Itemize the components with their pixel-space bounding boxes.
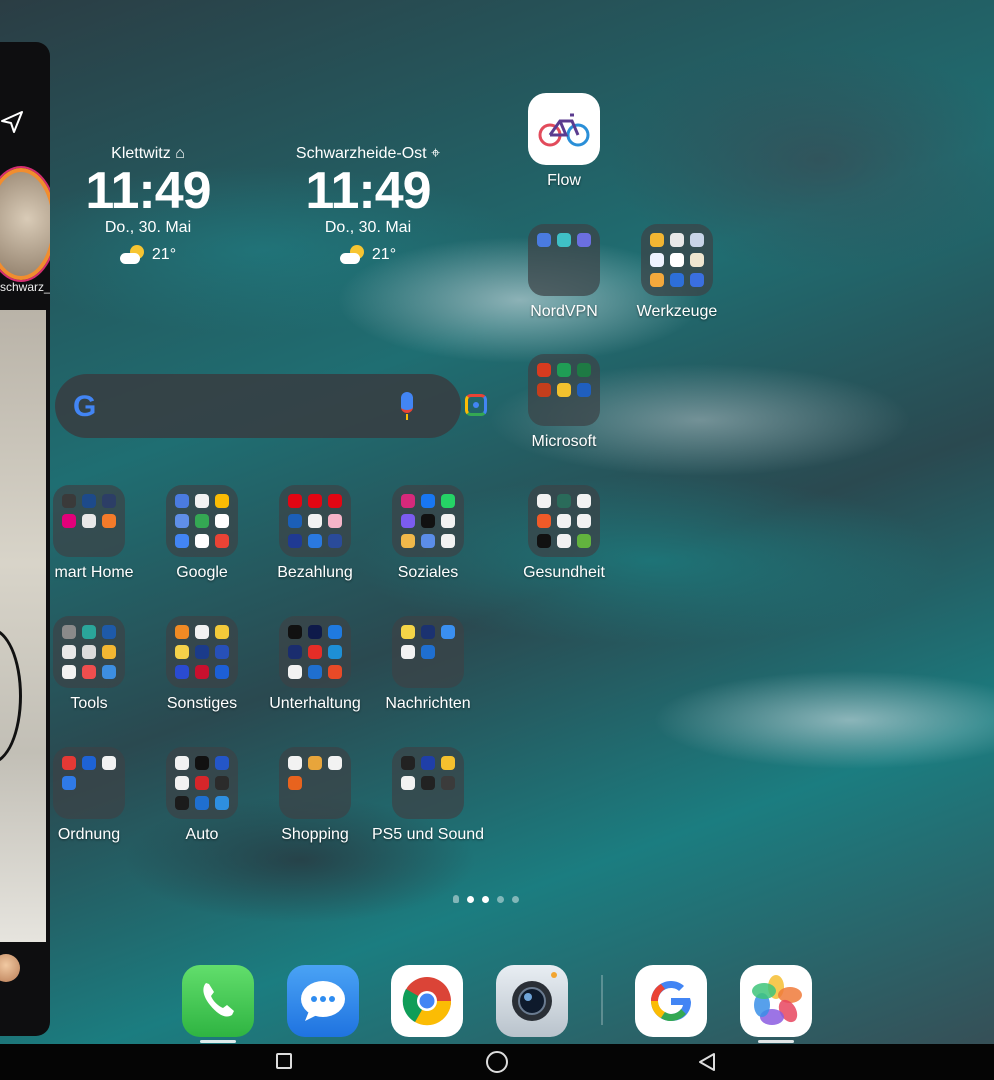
clock-city: Klettwitz	[111, 145, 171, 162]
folder-label: Ordnung	[57, 826, 121, 843]
camera-lens-icon	[512, 972, 557, 1021]
clock-temp: 21°	[371, 246, 397, 264]
flow-app-icon[interactable]	[528, 93, 600, 165]
folder-label: Sonstiges	[166, 695, 238, 712]
folder-label: Tools	[70, 695, 108, 712]
page-dot[interactable]	[512, 895, 519, 903]
partly-sunny-icon	[119, 245, 146, 265]
folder-gesundheit[interactable]	[528, 485, 600, 557]
google-app-icon[interactable]	[635, 965, 707, 1037]
page-indicator[interactable]	[453, 895, 519, 903]
clock-time: 11:49	[305, 162, 431, 220]
camera-app-icon[interactable]	[496, 965, 568, 1037]
folder-label: NordVPN	[530, 303, 598, 320]
mirror-shape	[0, 628, 22, 764]
send-icon[interactable]	[0, 110, 24, 134]
folder-label: Werkzeuge	[636, 303, 718, 320]
folder-auto[interactable]	[166, 747, 238, 819]
folder-google[interactable]	[166, 485, 238, 557]
app-label: Flow	[547, 172, 581, 189]
back-button[interactable]	[697, 1052, 717, 1072]
folder-label: Unterhaltung	[269, 695, 361, 712]
chrome-app-icon[interactable]	[391, 965, 463, 1037]
profile-avatar[interactable]	[0, 954, 20, 982]
phone-app-icon[interactable]	[182, 965, 254, 1037]
folder-werkzeuge[interactable]	[641, 224, 713, 296]
folder-nachrichten[interactable]	[392, 616, 464, 688]
folder-label: PS5 und Sound	[371, 826, 485, 843]
folder-sonstiges[interactable]	[166, 616, 238, 688]
page-dot-feed[interactable]	[453, 895, 459, 903]
folder-nordvpn[interactable]	[528, 224, 600, 296]
folder-smart-home[interactable]	[53, 485, 125, 557]
clock-date: Do., 30. Mai	[104, 219, 192, 236]
folder-label: Auto	[185, 826, 219, 843]
page-dot[interactable]	[467, 895, 474, 903]
photos-app-icon[interactable]	[740, 965, 812, 1037]
google-logo-icon: G	[73, 390, 97, 423]
folder-microsoft[interactable]	[528, 354, 600, 426]
recent-apps-button[interactable]	[276, 1053, 292, 1069]
post-image	[0, 310, 46, 942]
folder-label: Shopping	[281, 826, 349, 843]
page-dot[interactable]	[482, 895, 489, 903]
gallery-flower-icon	[752, 975, 802, 1025]
folder-label: Soziales	[397, 564, 459, 581]
home-icon: ⌂	[175, 145, 185, 162]
clock-temp: 21°	[151, 246, 177, 264]
messages-app-icon[interactable]	[287, 965, 359, 1037]
split-screen-panel[interactable]: schwarz_ ···	[0, 42, 50, 1036]
google-lens-icon[interactable]	[465, 394, 487, 416]
folder-ordnung[interactable]	[53, 747, 125, 819]
clock-widget-location[interactable]: Schwarzheide-Ost ⌖ 11:49 Do., 30. Mai 21…	[278, 145, 458, 265]
partly-sunny-icon	[339, 245, 366, 265]
system-navigation-bar	[0, 1044, 994, 1080]
chat-bubble-icon	[301, 981, 345, 1021]
folder-soziales[interactable]	[392, 485, 464, 557]
folder-label: Nachrichten	[385, 695, 471, 712]
chrome-icon	[402, 977, 452, 1026]
folder-label: Gesundheit	[523, 564, 605, 581]
bicycle-icon	[538, 113, 590, 147]
folder-tools[interactable]	[53, 616, 125, 688]
clock-time: 11:49	[85, 162, 211, 220]
story-avatar[interactable]	[0, 168, 50, 280]
username-label: schwarz_	[0, 280, 50, 294]
google-g-icon	[651, 981, 691, 1021]
clock-widget-home[interactable]: Klettwitz ⌂ 11:49 Do., 30. Mai 21°	[58, 145, 238, 265]
microphone-icon[interactable]	[401, 392, 413, 420]
folder-label: Bezahlung	[277, 564, 353, 581]
folder-ps5-und-sound[interactable]	[392, 747, 464, 819]
home-button[interactable]	[486, 1051, 508, 1073]
folder-unterhaltung[interactable]	[279, 616, 351, 688]
google-search-bar[interactable]: G	[55, 374, 487, 438]
clock-date: Do., 30. Mai	[324, 219, 412, 236]
clock-city: Schwarzheide-Ost	[295, 145, 427, 162]
folder-label: Microsoft	[531, 433, 597, 450]
dock-divider	[601, 975, 603, 1025]
folder-bezahlung[interactable]	[279, 485, 351, 557]
page-dot[interactable]	[497, 895, 504, 903]
folder-label: Google	[176, 564, 228, 581]
location-pin-icon: ⌖	[431, 145, 441, 162]
folder-shopping[interactable]	[279, 747, 351, 819]
phone-icon	[203, 983, 234, 1017]
